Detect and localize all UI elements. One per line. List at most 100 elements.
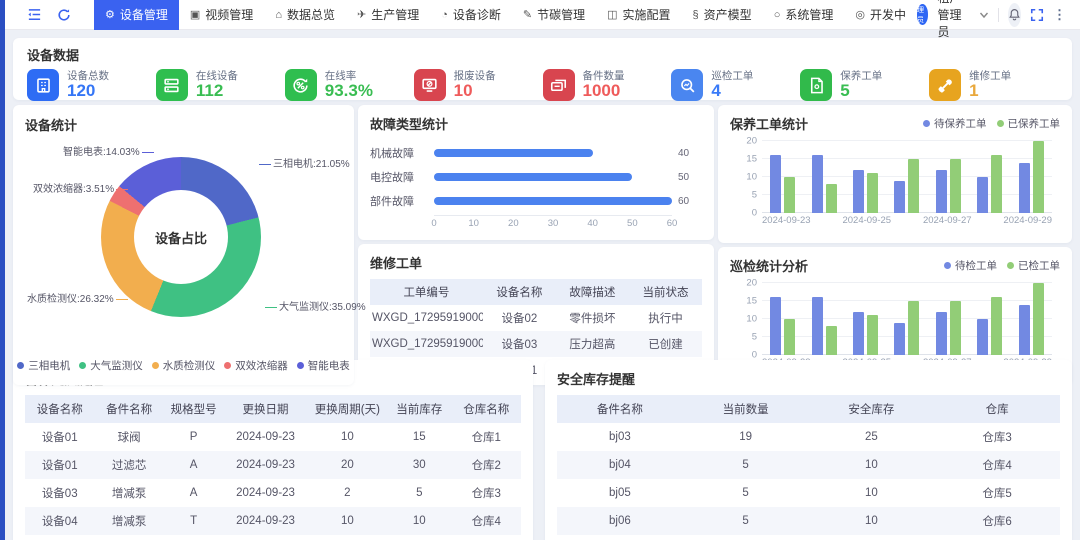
nav-tab-6[interactable]: ◫实施配置	[596, 0, 681, 30]
legend-item-0[interactable]: 待保养工单	[923, 116, 987, 131]
x-tick-label: 2024-09-27	[923, 215, 972, 226]
nav-tab-label: 开发中	[870, 6, 906, 23]
hbar-value: 60	[678, 196, 689, 207]
nav-tab-3[interactable]: ✈生产管理	[346, 0, 430, 30]
building-icon	[27, 69, 59, 101]
bar-group-1	[803, 283, 844, 355]
y-tick-label: 10	[746, 172, 757, 183]
repair-orders-title: 维修工单	[370, 253, 702, 272]
server-icon	[156, 69, 188, 101]
legend-label: 双效浓缩器	[235, 358, 288, 373]
pie-legend-item-0[interactable]: 三相电机	[17, 358, 70, 373]
table-cell: 10	[809, 507, 935, 535]
pie-legend-item-3[interactable]: 双效浓缩器	[224, 358, 288, 373]
legend-item-1[interactable]: 已检工单	[1007, 258, 1060, 273]
column-header: 当前状态	[629, 279, 702, 305]
y-tick-label: 20	[746, 278, 757, 289]
hbar	[434, 173, 632, 181]
bar	[770, 155, 781, 213]
bar	[867, 173, 878, 213]
fullscreen-icon[interactable]	[1030, 8, 1044, 22]
y-tick-label: 5	[752, 190, 757, 201]
table-row: WXGD_17295919000设备03压力超高已创建	[370, 331, 702, 357]
stat-value: 5	[840, 82, 882, 101]
bar	[908, 159, 919, 213]
table-cell: bj04	[557, 451, 683, 479]
inspection-chart-title: 巡检统计分析	[730, 256, 808, 275]
bar	[826, 184, 837, 213]
table-cell: 2024-09-23	[223, 479, 307, 507]
hbar-label: 机械故障	[370, 145, 434, 161]
stat-label: 巡检工单	[711, 70, 753, 82]
column-header: 安全库存	[809, 395, 935, 423]
fault-type-card: 故障类型统计 机械故障40电控故障50部件故障60 0102030405060	[358, 105, 714, 240]
nav-tab-5[interactable]: ✎节碳管理	[512, 0, 596, 30]
legend-item-1[interactable]: 已保养工单	[997, 116, 1061, 131]
spare-parts-icon	[543, 69, 575, 101]
table-cell: 5	[683, 507, 809, 535]
dashboard-content: 设备数据 设备总数120在线设备112在线率93.3%报废设备10备件数量100…	[5, 30, 1080, 539]
hbar-label: 电控故障	[370, 169, 434, 185]
nav-tab-4[interactable]: ◔ 设备诊断	[430, 0, 512, 30]
chevron-down-icon[interactable]	[979, 10, 989, 20]
hbar	[434, 197, 672, 205]
x-tick: 60	[667, 218, 678, 229]
x-tick-label: 2024-09-29	[1003, 215, 1052, 226]
table-cell: 2024-09-23	[223, 507, 307, 535]
home-icon: ⌂	[275, 9, 282, 21]
legend-item-0[interactable]: 待检工单	[944, 258, 997, 273]
pie-label-2: 水质检测仪:26.32%	[27, 290, 130, 305]
hbar-row-1: 电控故障50	[370, 165, 702, 189]
bar	[1019, 163, 1030, 213]
column-header: 仓库	[934, 395, 1060, 423]
more-menu-icon[interactable]: ⋮	[1053, 7, 1066, 23]
bar-plot: 05101520	[762, 283, 1052, 355]
main-nav: ⚙设备管理▣视频管理⌂数据总览✈生产管理 ◔ 设备诊断 ✎节碳管理◫实施配置§资产模型…	[94, 0, 917, 30]
pen-icon: ✎	[523, 8, 532, 21]
bar-groups	[762, 283, 1052, 355]
table-row: bj05510仓库5	[557, 479, 1060, 507]
pie-legend-item-1[interactable]: 大气监测仪	[79, 358, 143, 373]
table-cell: 过滤芯	[94, 451, 163, 479]
bell-icon[interactable]	[1008, 3, 1021, 27]
nav-tab-1[interactable]: ▣视频管理	[179, 0, 264, 30]
table-cell: 增减泵	[94, 479, 163, 507]
table-cell: A	[164, 479, 224, 507]
table-cell: 19	[683, 423, 809, 451]
stat-value: 1	[969, 82, 1011, 101]
pie-label-0: 三相电机:21.05%	[257, 155, 350, 170]
table-cell: 10	[387, 507, 451, 535]
scrap-device-icon	[414, 69, 446, 101]
nav-tab-7[interactable]: §资产模型	[682, 0, 763, 30]
avatar[interactable]: 理员	[917, 4, 928, 25]
nav-tab-label: 设备诊断	[453, 6, 501, 23]
table-cell: 7	[683, 535, 809, 540]
bar-group-4	[928, 141, 969, 213]
middle-column: 故障类型统计 机械故障40电控故障50部件故障60 0102030405060 …	[358, 105, 714, 385]
refresh-icon[interactable]	[57, 8, 71, 22]
table-header-row: 备件名称当前数量安全库存仓库	[557, 395, 1060, 423]
pie-legend-item-2[interactable]: 水质检测仪	[152, 358, 216, 373]
parts-replace-table: 设备名称备件名称规格型号更换日期更换周期(天)当前库存仓库名称设备01球阀P20…	[25, 395, 521, 540]
diagnose-icon: ◔	[441, 9, 448, 21]
repair-tools-icon	[929, 69, 961, 101]
table-cell: 仓库1	[452, 423, 521, 451]
collapse-menu-icon[interactable]	[27, 7, 42, 22]
nav-tab-2[interactable]: ⌂数据总览	[264, 0, 346, 30]
bar-group-0	[762, 141, 803, 213]
bar	[977, 319, 988, 355]
table-row: bj04510仓库4	[557, 451, 1060, 479]
hbar-track	[434, 173, 672, 181]
nav-tab-9[interactable]: ◎开发中	[844, 0, 917, 30]
table-cell: 30	[387, 451, 451, 479]
maintenance-bar-chart: 051015202024-09-232024-09-252024-09-2720…	[730, 141, 1060, 226]
nav-tab-0[interactable]: ⚙设备管理	[94, 0, 179, 30]
table-cell: 2	[308, 479, 387, 507]
pie-legend-item-4[interactable]: 智能电表	[297, 358, 350, 373]
hbar-track	[434, 149, 672, 157]
table-cell: 2024-09-23	[223, 423, 307, 451]
table-row: WXGD_17295919000设备02零件损坏执行中	[370, 305, 702, 331]
legend-label: 待检工单	[955, 258, 997, 273]
stat-text: 备件数量1000	[583, 70, 625, 101]
nav-tab-8[interactable]: ○系统管理	[763, 0, 845, 30]
